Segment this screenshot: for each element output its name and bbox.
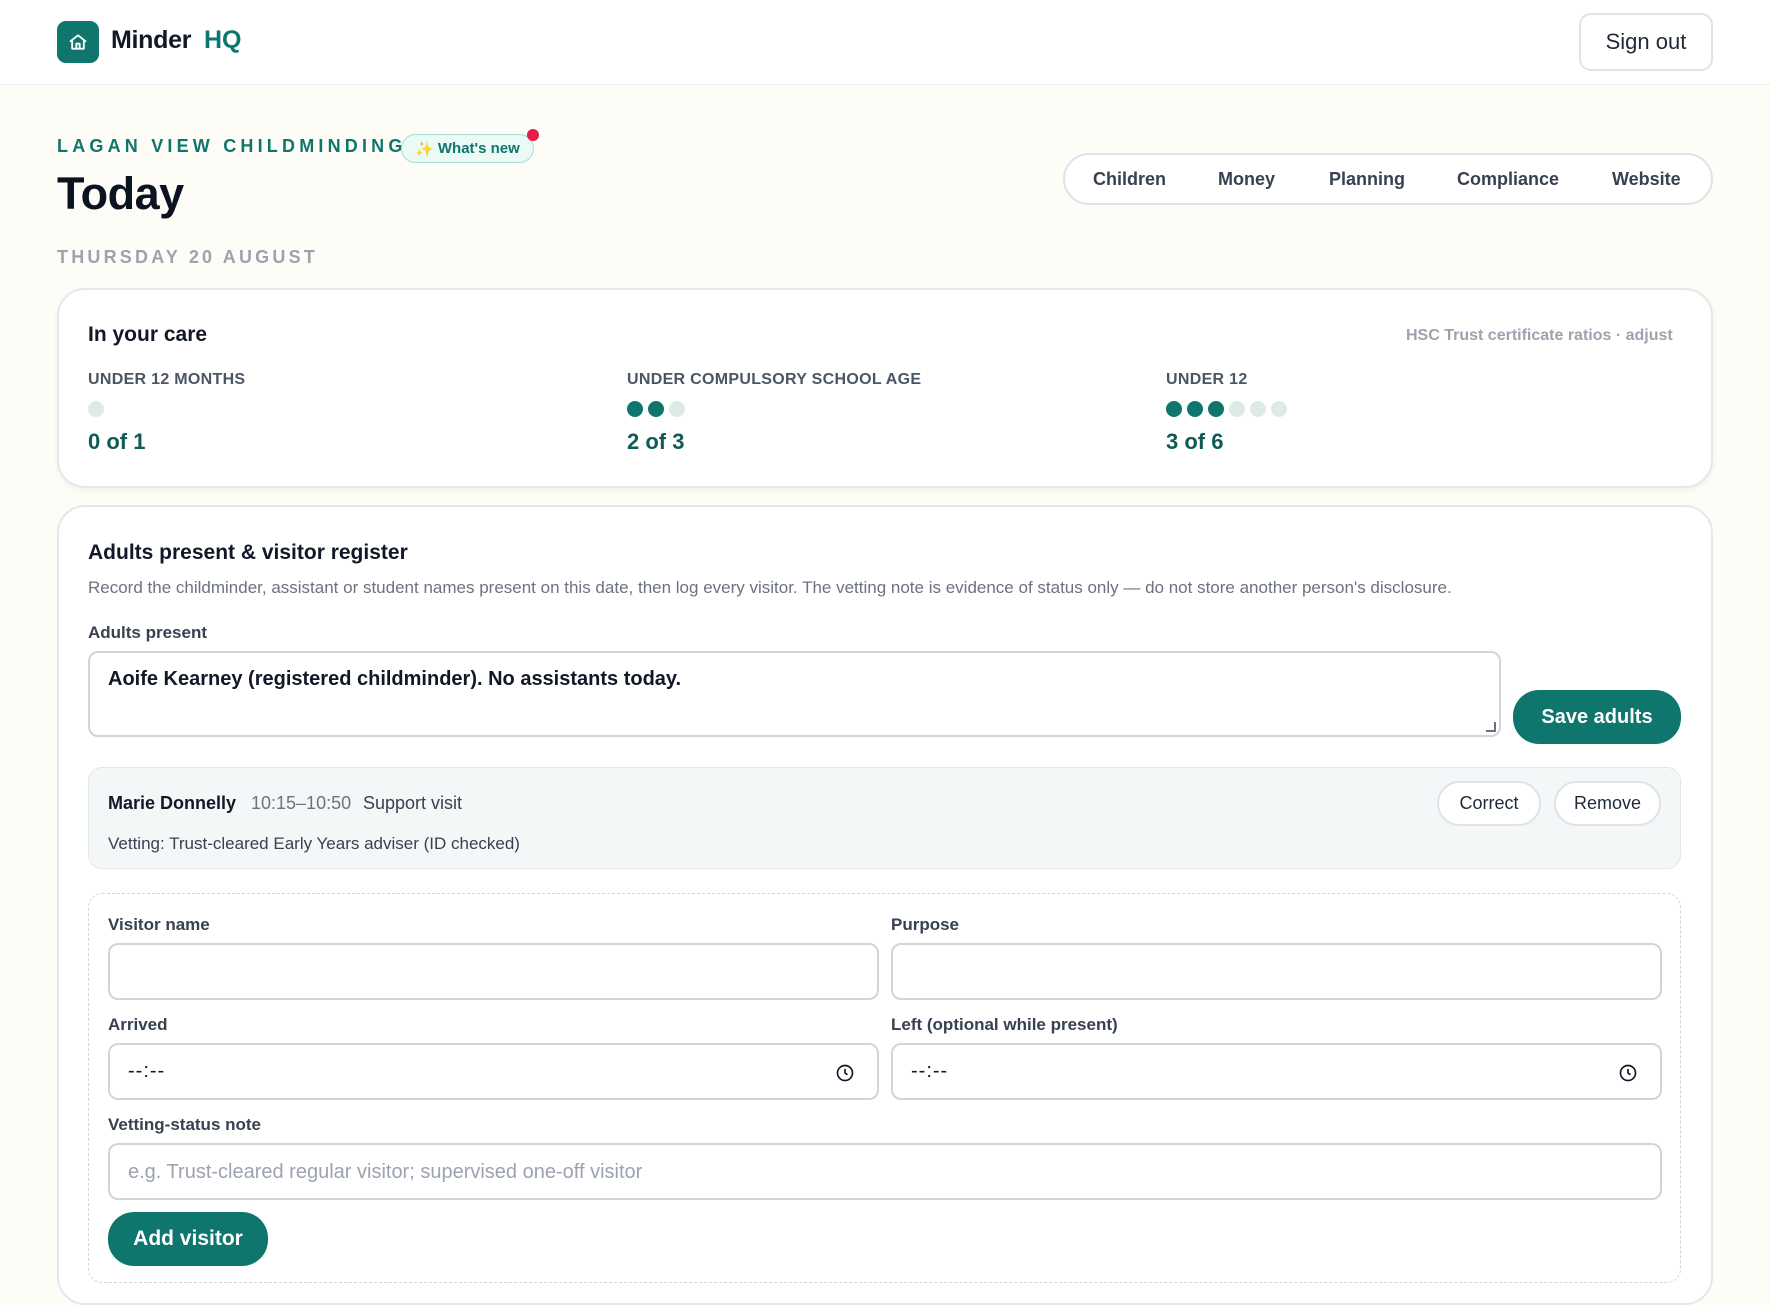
care-title: In your care <box>88 323 208 346</box>
count-under-12: 3 of 6 <box>1166 429 1224 454</box>
adults-present-field[interactable]: Aoife Kearney (registered childminder). … <box>88 651 1501 737</box>
arrived-value: --:-- <box>128 1060 166 1082</box>
whats-new-label: What's new <box>437 140 520 157</box>
group-label-under-school-age: UNDER COMPULSORY SCHOOL AGE <box>627 371 922 388</box>
visitor-name-input[interactable] <box>108 943 879 1000</box>
left-value: --:-- <box>911 1060 949 1082</box>
visitor-time: 10:15–10:50 <box>251 793 352 813</box>
correct-button[interactable]: Correct <box>1437 781 1541 826</box>
organisation-name: LAGAN VIEW CHILDMINDING <box>57 136 407 156</box>
ratio-dot-filled <box>1166 401 1182 417</box>
group-label-under-12-months: UNDER 12 MONTHS <box>88 371 246 388</box>
remove-button[interactable]: Remove <box>1554 781 1661 826</box>
whats-new-button[interactable]: ✨ What's new <box>401 134 534 163</box>
tab-children[interactable]: Children <box>1093 169 1166 190</box>
visitor-name-label: Visitor name <box>108 915 210 934</box>
register-title: Adults present & visitor register <box>88 541 408 564</box>
tab-money[interactable]: Money <box>1218 169 1275 190</box>
vetting-note-input[interactable]: e.g. Trust-cleared regular visitor; supe… <box>108 1143 1662 1200</box>
ratio-dot-filled <box>1208 401 1224 417</box>
ratio-dot-empty <box>1229 401 1245 417</box>
top-bar: Minder HQ Sign out <box>0 0 1770 85</box>
clock-icon[interactable] <box>1618 1063 1638 1083</box>
current-date: THURSDAY 20 AUGUST <box>57 247 318 267</box>
ratio-dot-filled <box>648 401 664 417</box>
ratio-dots-under-12-months <box>88 401 104 417</box>
notification-dot <box>527 129 539 141</box>
purpose-label: Purpose <box>891 915 960 934</box>
ratio-dot-empty <box>88 401 104 417</box>
vetting-note-placeholder: e.g. Trust-cleared regular visitor; supe… <box>128 1161 643 1183</box>
left-time-input[interactable]: --:-- <box>891 1043 1662 1100</box>
tab-website[interactable]: Website <box>1612 169 1681 190</box>
visitor-purpose: Support visit <box>363 793 463 813</box>
ratio-dot-filled <box>1187 401 1203 417</box>
sign-out-button[interactable]: Sign out <box>1579 13 1713 71</box>
ratio-dot-empty <box>669 401 685 417</box>
ratio-dot-empty <box>1250 401 1266 417</box>
count-under-school-age: 2 of 3 <box>627 429 685 454</box>
sparkles-icon: ✨ <box>415 140 434 158</box>
ratio-dot-empty <box>1271 401 1287 417</box>
adults-present-label: Adults present <box>88 623 208 642</box>
home-icon[interactable] <box>57 21 99 63</box>
add-visitor-button[interactable]: Add visitor <box>108 1212 268 1266</box>
resize-handle[interactable] <box>1486 722 1496 732</box>
tab-compliance[interactable]: Compliance <box>1457 169 1559 190</box>
brand-name: Minder <box>111 26 192 54</box>
ratio-dots-under-school-age <box>627 401 685 417</box>
brand-suffix: HQ <box>204 26 242 54</box>
save-adults-button[interactable]: Save adults <box>1513 690 1681 744</box>
ratio-dots-under-12 <box>1166 401 1287 417</box>
clock-icon[interactable] <box>835 1063 855 1083</box>
vetting-note-label: Vetting-status note <box>108 1115 262 1134</box>
group-label-under-12: UNDER 12 <box>1166 371 1248 388</box>
page-title: Today <box>57 168 184 219</box>
register-description: Record the childminder, assistant or stu… <box>88 578 1452 597</box>
count-under-12-months: 0 of 1 <box>88 429 146 454</box>
ratio-dot-filled <box>627 401 643 417</box>
arrived-time-input[interactable]: --:-- <box>108 1043 879 1100</box>
visitor-name: Marie Donnelly <box>108 793 237 813</box>
section-nav: Children Money Planning Compliance Websi… <box>1063 153 1713 205</box>
tab-planning[interactable]: Planning <box>1329 169 1405 190</box>
visitor-vetting: Vetting: Trust-cleared Early Years advis… <box>108 834 520 853</box>
adults-present-value: Aoife Kearney (registered childminder). … <box>108 668 682 690</box>
left-label: Left (optional while present) <box>891 1015 1118 1034</box>
ratio-adjust-link[interactable]: HSC Trust certificate ratios · adjust <box>1406 327 1673 345</box>
purpose-input[interactable] <box>891 943 1662 1000</box>
arrived-label: Arrived <box>108 1015 168 1034</box>
